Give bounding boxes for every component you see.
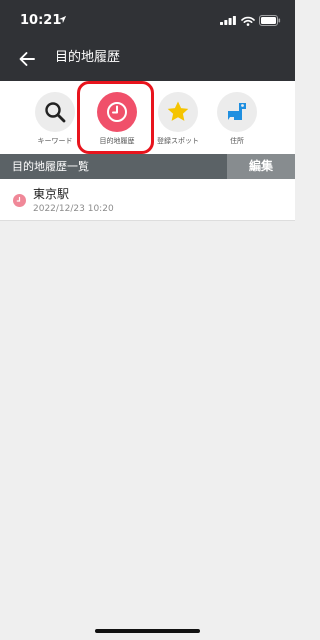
tab-address-label: 住所 bbox=[230, 137, 244, 145]
clock-icon bbox=[13, 194, 26, 207]
section-header: 目的地履歴一覧 編集 bbox=[0, 154, 295, 179]
tab-keyword-label: キーワード bbox=[37, 137, 73, 145]
map-pin-icon bbox=[228, 103, 246, 120]
home-indicator bbox=[95, 629, 200, 633]
battery-icon bbox=[259, 15, 281, 26]
tab-address-button[interactable] bbox=[217, 92, 257, 132]
page-title: 目的地履歴 bbox=[55, 50, 121, 65]
list-item[interactable]: 東京駅 2022/12/23 10:20 bbox=[0, 179, 295, 220]
tab-address[interactable]: 住所 bbox=[202, 81, 272, 154]
tab-keyword[interactable]: キーワード bbox=[20, 81, 90, 154]
navigation-bar: 目的地履歴 bbox=[0, 36, 295, 81]
star-icon bbox=[167, 101, 189, 121]
status-bar: 10:21 bbox=[0, 0, 295, 36]
tab-destination-history[interactable]: 目的地履歴 bbox=[82, 81, 152, 154]
search-icon bbox=[45, 102, 66, 123]
edit-button[interactable]: 編集 bbox=[227, 154, 295, 179]
back-arrow-icon[interactable] bbox=[16, 48, 38, 70]
history-list: 東京駅 2022/12/23 10:20 bbox=[0, 179, 295, 221]
clock-icon bbox=[107, 102, 127, 122]
location-arrow-icon bbox=[58, 15, 67, 24]
tab-destination-history-label: 目的地履歴 bbox=[99, 137, 135, 145]
history-item-date: 2022/12/23 10:20 bbox=[33, 204, 114, 214]
section-title: 目的地履歴一覧 bbox=[12, 160, 89, 173]
status-time: 10:21 bbox=[20, 13, 62, 28]
history-item-name: 東京駅 bbox=[33, 187, 70, 201]
tab-keyword-button[interactable] bbox=[35, 92, 75, 132]
wifi-icon bbox=[241, 16, 255, 26]
tab-destination-history-button[interactable] bbox=[97, 92, 137, 132]
signal-icon bbox=[220, 16, 236, 25]
tab-registered-spots-button[interactable] bbox=[158, 92, 198, 132]
search-mode-tabs: キーワード 目的地履歴 登録スポット 住所 bbox=[0, 81, 295, 154]
